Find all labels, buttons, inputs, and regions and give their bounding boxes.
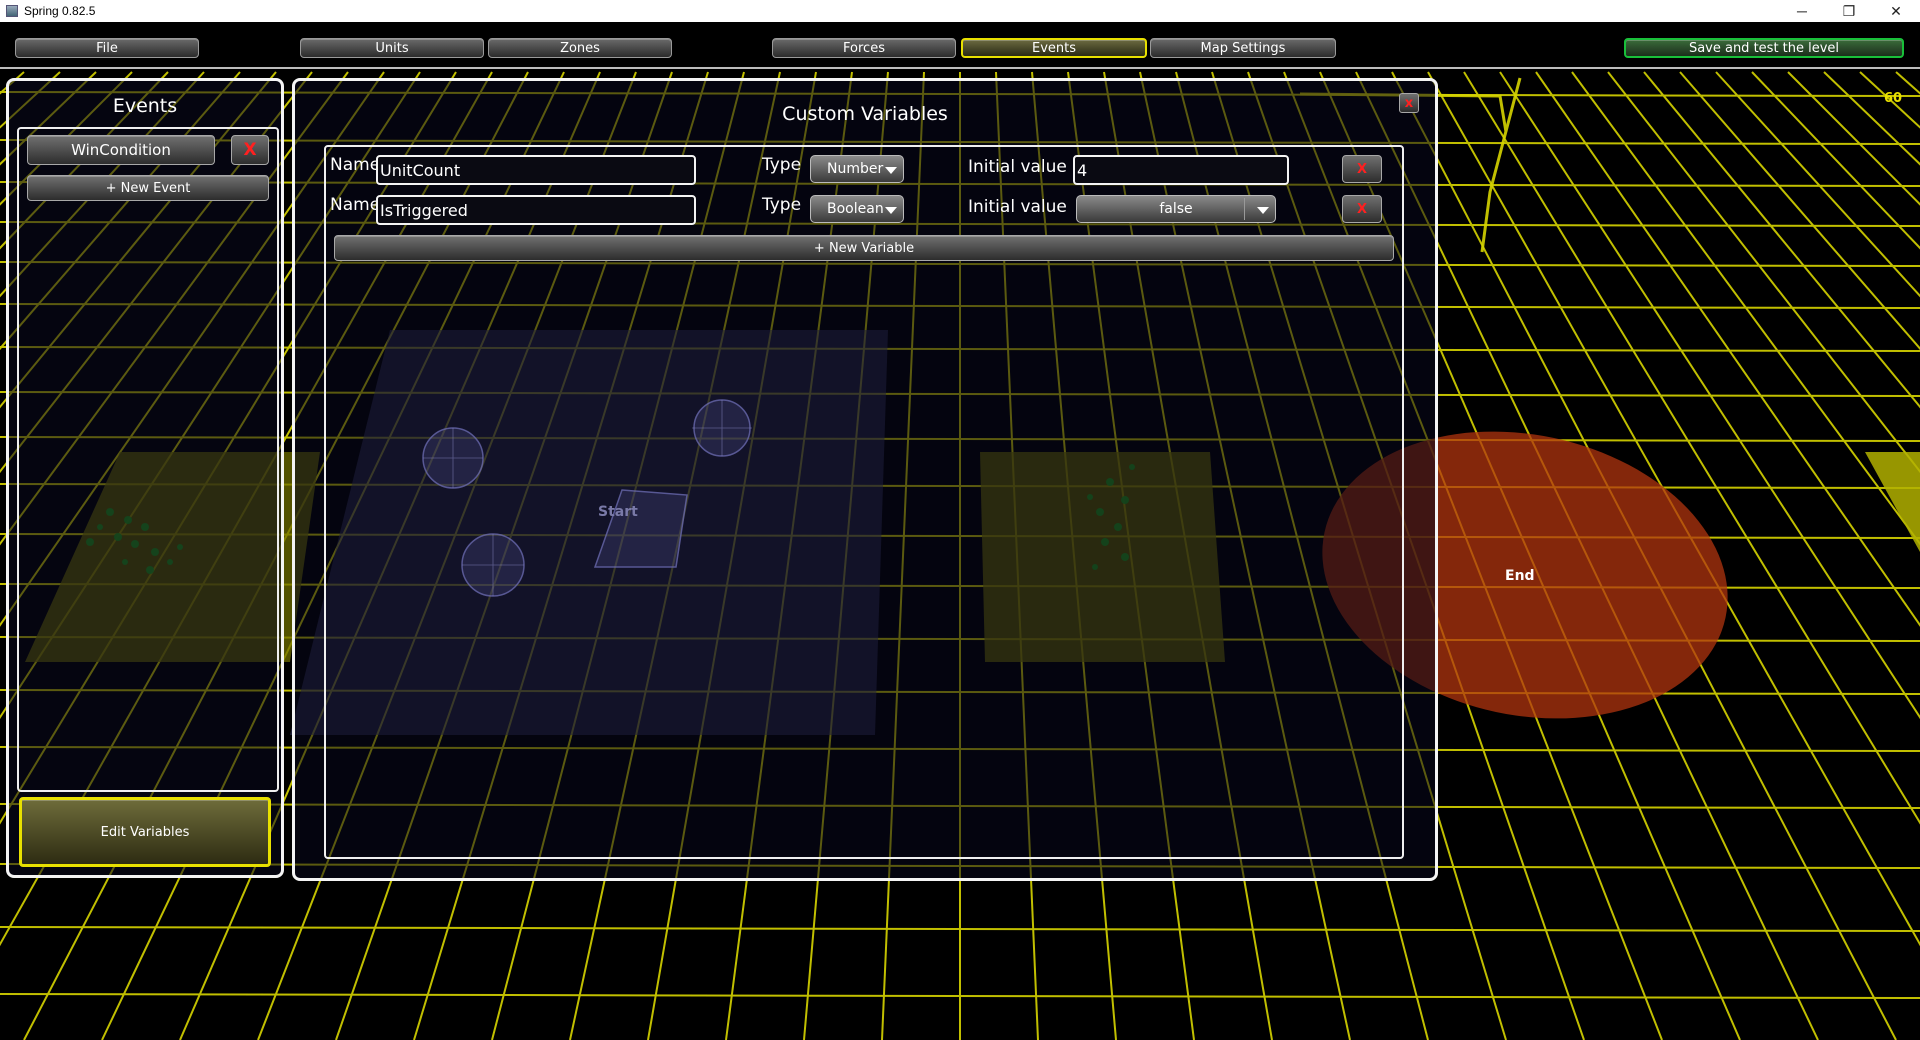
start-zone-overlay: [422, 399, 752, 597]
start-marker: [593, 489, 688, 568]
start-label: Start: [598, 504, 638, 520]
